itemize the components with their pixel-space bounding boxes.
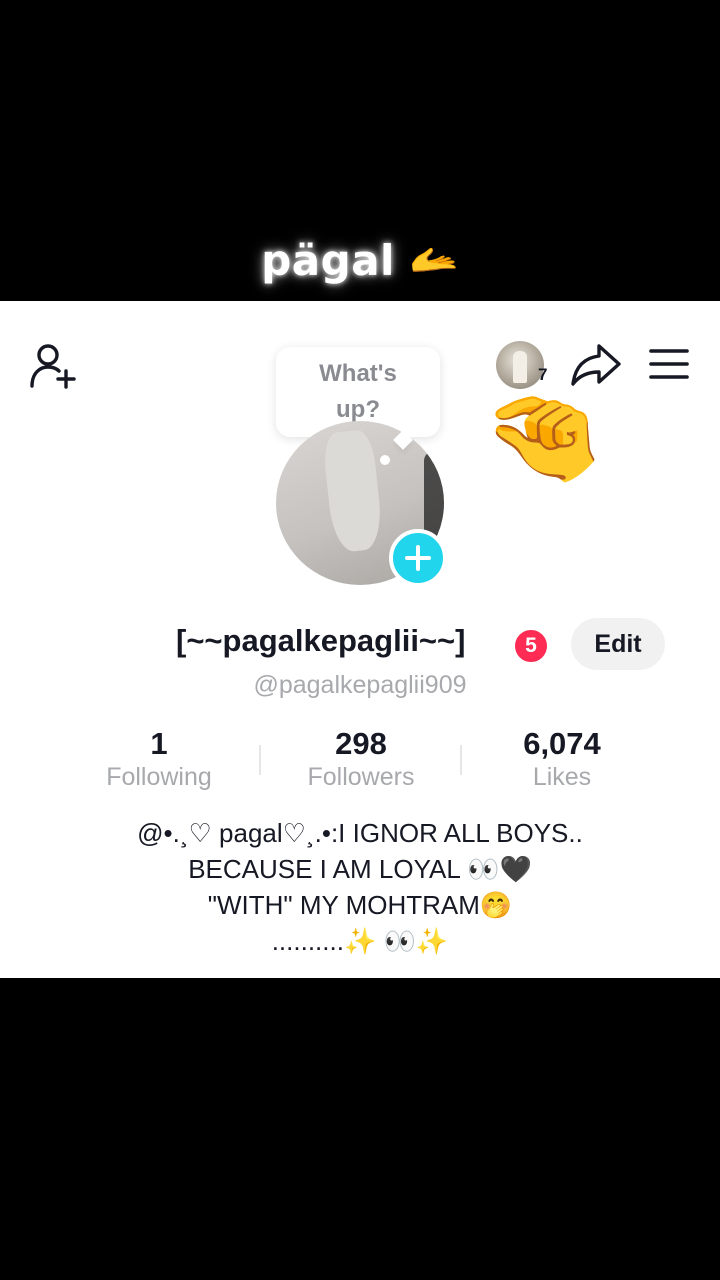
likes-count: 6,074 bbox=[523, 726, 601, 761]
edit-profile-button[interactable]: Edit bbox=[571, 618, 665, 670]
caption-text: pägal bbox=[261, 235, 395, 285]
bio-line: @•.¸♡ pagal♡¸.•:I IGNOR ALL BOYS.. bbox=[137, 818, 583, 848]
bio-line: BECAUSE I AM LOYAL 👀🖤 bbox=[188, 854, 532, 884]
display-name: [~~pagalkepaglii~~] bbox=[176, 623, 466, 658]
following-label: Following bbox=[106, 763, 212, 791]
plus-icon bbox=[405, 545, 431, 571]
visitor-figure bbox=[513, 351, 527, 383]
likes-label: Likes bbox=[532, 763, 592, 791]
menu-icon[interactable] bbox=[646, 343, 692, 385]
followers-count: 298 bbox=[335, 726, 387, 761]
username: @pagalkepaglii909 bbox=[253, 671, 467, 699]
bio-line: "WITH" MY MOHTRAM🤭 bbox=[207, 890, 513, 920]
following-count: 1 bbox=[150, 726, 168, 761]
bio: @•.¸♡ pagal♡¸.•:I IGNOR ALL BOYS.. BECAU… bbox=[30, 815, 690, 959]
notification-badge[interactable]: 5 bbox=[512, 627, 550, 665]
bio-line: ..........✨ 👀✨ bbox=[271, 926, 449, 956]
profile-panel: What's up? 7 🤏 [~~pagalkepaglii~~] 5 Edi… bbox=[0, 301, 720, 978]
status-bubble-line1: What's bbox=[319, 360, 397, 387]
followers-label: Followers bbox=[307, 763, 415, 791]
add-story-button[interactable] bbox=[389, 529, 447, 587]
stat-likes[interactable]: 6,074 Likes bbox=[462, 725, 662, 792]
stat-followers[interactable]: 298 Followers bbox=[261, 725, 461, 792]
palm-up-hand-emoji: 🫴 bbox=[408, 238, 459, 282]
avatar-dot bbox=[380, 455, 390, 465]
add-friend-icon[interactable] bbox=[28, 341, 80, 391]
stat-following[interactable]: 1 Following bbox=[59, 725, 259, 792]
avatar-figure bbox=[321, 428, 385, 554]
pinch-hand-emoji: 🤏 bbox=[482, 381, 605, 491]
video-bottom-area bbox=[0, 978, 720, 1280]
overlay-caption: pägal 🫴 bbox=[0, 228, 720, 292]
